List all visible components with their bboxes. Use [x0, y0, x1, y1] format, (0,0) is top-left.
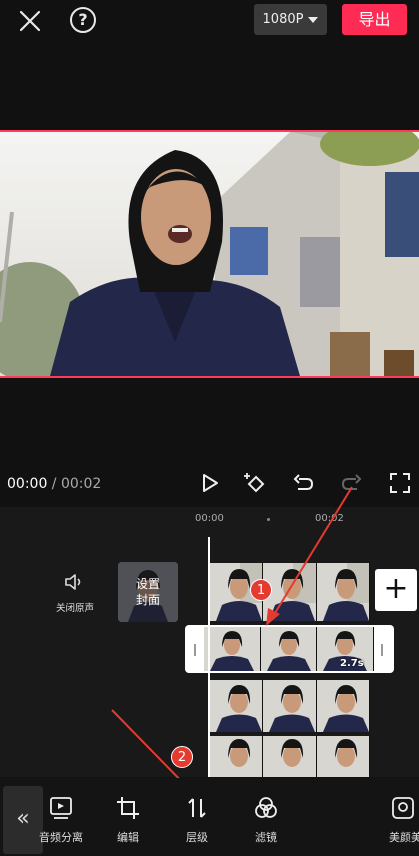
resolution-label: 1080P [262, 12, 304, 27]
cover-label-line2: 封面 [135, 593, 160, 607]
tool-filter[interactable]: 滤镜 [236, 795, 296, 845]
video-preview[interactable] [0, 130, 419, 378]
close-icon[interactable] [16, 7, 44, 35]
playhead[interactable] [208, 537, 210, 777]
time-separator: / [47, 476, 61, 492]
help-icon[interactable]: ? [70, 7, 96, 33]
ruler-start: 00:00 [195, 513, 224, 524]
mute-original-audio-label[interactable]: 关闭原声 [50, 600, 100, 614]
layer-icon [188, 798, 206, 818]
tool-layer[interactable]: 层级 [167, 795, 227, 845]
tool-label: 层级 [186, 831, 208, 844]
tool-audio-separate[interactable]: 音频分离 [31, 795, 91, 845]
clip-frame [263, 680, 317, 732]
cover-label-line1: 设置 [135, 577, 160, 591]
video-track-3[interactable] [210, 680, 370, 732]
tool-label: 美颜美体 [389, 831, 419, 844]
export-button[interactable]: 导出 [342, 4, 407, 35]
annotation-badge-2: 2 [171, 746, 193, 768]
speaker-icon[interactable] [63, 572, 85, 592]
trim-handle-right[interactable] [381, 644, 383, 656]
clip-frame [316, 736, 370, 777]
clip-frame [260, 627, 318, 671]
clip-frame [316, 563, 370, 621]
tool-edit[interactable]: 编辑 [98, 795, 158, 845]
undo-icon[interactable] [290, 470, 316, 496]
ruler-end: 00:02 [315, 513, 344, 524]
trim-handle-left[interactable] [194, 644, 196, 656]
playback-time: 00:00 / 00:02 [7, 476, 101, 492]
clip-frame [210, 736, 264, 777]
video-track-1[interactable] [210, 563, 370, 621]
tool-label: 滤镜 [255, 831, 277, 844]
clip-frame [316, 680, 370, 732]
tool-label: 音频分离 [39, 831, 83, 844]
clip-duration: 2.7s [340, 658, 364, 669]
redo-icon[interactable] [339, 470, 365, 496]
play-icon[interactable] [197, 470, 223, 496]
video-track-4[interactable] [210, 736, 370, 777]
audio-separate-icon [50, 797, 72, 819]
clip-frame [210, 680, 264, 732]
clip-frame [204, 627, 261, 671]
current-time: 00:00 [7, 476, 48, 492]
annotation-badge-1: 1 [250, 579, 272, 601]
caret-down-icon [308, 16, 319, 23]
add-clip-button[interactable]: + [375, 569, 417, 611]
set-cover-label: 设置 封面 [118, 576, 178, 608]
resolution-dropdown[interactable]: 1080P [254, 4, 327, 35]
beauty-icon [392, 797, 414, 819]
fullscreen-icon[interactable] [387, 470, 413, 496]
tool-label: 编辑 [117, 831, 139, 844]
clip-frame [263, 736, 317, 777]
keyframe-icon[interactable] [243, 470, 269, 496]
total-time: 00:02 [60, 476, 102, 492]
crop-icon [117, 797, 139, 819]
ruler-tick [267, 518, 270, 521]
filter-icon [255, 797, 277, 818]
tool-beauty[interactable]: 美颜美体 [370, 795, 419, 845]
